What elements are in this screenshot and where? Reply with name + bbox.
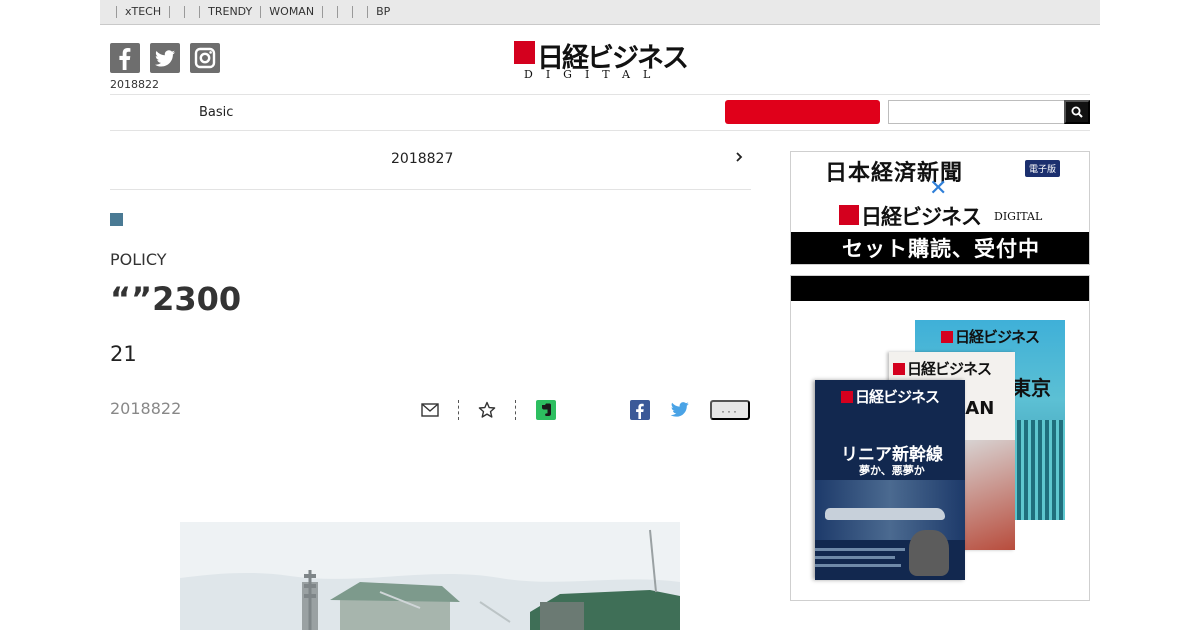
network-link-bp[interactable]: BP [367,6,398,18]
facebook-share-icon[interactable] [630,400,650,422]
promo-magazine-covers[interactable]: 日経ビジネス 東京 日経ビジネス EAN 日経ビジネス リニア新幹線 夢か、悪夢… [790,275,1090,601]
article-kicker: POLICY [110,250,167,269]
divider [110,94,1090,95]
network-link-2[interactable] [169,6,184,18]
magazine-logo: 日経ビジネス [893,358,992,379]
network-link-3[interactable] [184,6,199,18]
chevron-right-icon [736,152,743,162]
logo-subtext: DIGITAL [524,68,664,81]
twitter-share-icon[interactable] [670,401,690,423]
article-subtitle: 21 [110,342,137,366]
cross-icon: ✕ [929,176,948,201]
search-icon [1071,106,1083,118]
series-link[interactable]: 2018827 [110,131,751,190]
ad-logo: 日経ビジネス DIGITAL [839,201,1049,229]
mail-icon[interactable] [421,402,439,424]
search-input[interactable] [888,100,1065,124]
network-link-6[interactable] [322,6,337,18]
more-share-button[interactable]: ··· [710,400,750,420]
facebook-icon[interactable] [110,43,140,73]
ad-header-bar [791,276,1089,301]
search-button[interactable] [1064,100,1090,124]
network-link-xtech[interactable]: xTECH [116,6,169,18]
subscribe-button[interactable] [725,100,880,124]
twitter-icon[interactable] [150,43,180,73]
network-links: xTECH TRENDY WOMAN BP [116,0,398,24]
logo-mark [839,205,859,225]
network-link-trendy[interactable]: TRENDY [199,6,260,18]
divider [515,400,516,420]
article-title: “”2300 [110,280,242,318]
cover-subheadline: 夢か、悪夢か [859,464,925,477]
header-date: 2018822 [110,78,159,91]
divider [458,400,459,420]
logo-mark [514,41,535,64]
article-photo [180,522,680,630]
network-link-8[interactable] [352,6,367,18]
instagram-icon[interactable] [190,43,220,73]
network-link-woman[interactable]: WOMAN [260,6,322,18]
promo-banner-set-subscription[interactable]: 日本経済新聞 電子版 ✕ 日経ビジネス DIGITAL セット購読、受付中 [790,151,1090,265]
network-bar: xTECH TRENDY WOMAN BP [100,0,1100,25]
nav-basic-link[interactable]: Basic [199,105,233,120]
ad-logo-text: 日経ビジネス [861,204,982,229]
magazine-logo: 日経ビジネス [941,326,1040,347]
magazine-logo: 日経ビジネス [841,386,940,407]
site-logo[interactable]: 日経ビジネス DIGITAL [514,36,689,82]
article-date: 2018822 [110,399,182,418]
cover-text: 東京 [1011,376,1051,400]
evernote-icon[interactable] [536,400,556,422]
series-date: 2018827 [391,151,454,167]
category-marker [110,213,123,226]
star-icon[interactable] [478,401,496,423]
ad-band-text: セット購読、受付中 [791,232,1089,264]
ad-digital-badge: 電子版 [1025,160,1061,177]
magazine-cover-front: 日経ビジネス リニア新幹線 夢か、悪夢か [815,380,965,580]
ad-logo-sub: DIGITAL [994,210,1043,223]
network-link-7[interactable] [337,6,352,18]
